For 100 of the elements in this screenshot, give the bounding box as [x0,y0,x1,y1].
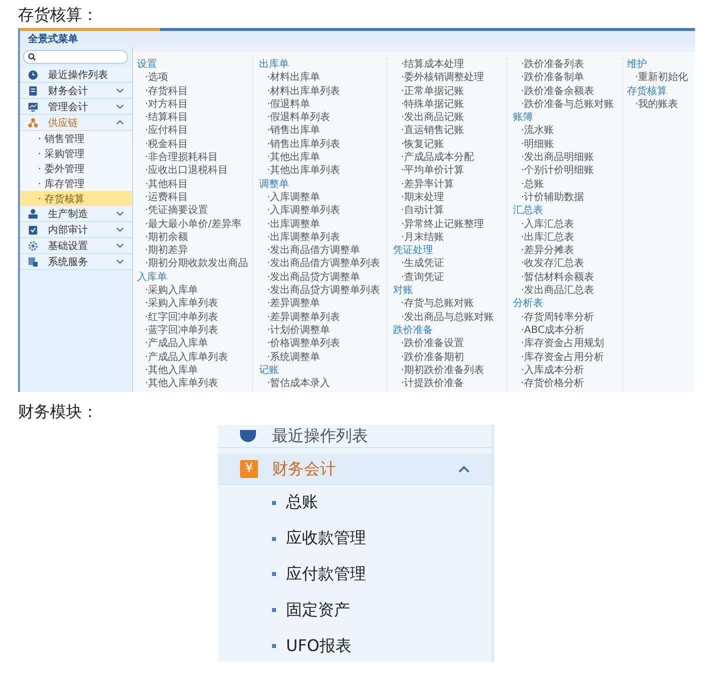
menu-link[interactable]: ·期初分期收款发出商品 [137,257,252,271]
menu-link[interactable]: ·其他出库单 [259,151,386,164]
menu-link[interactable]: ·非合理损耗科目 [137,151,252,164]
menu-link[interactable]: ·对方科目 [137,98,252,112]
menu-link[interactable]: ·恢复记账 [393,138,506,152]
menu-link[interactable]: ·自动计算 [393,204,506,218]
menu-link[interactable]: ·直运销售记账 [393,124,506,138]
menu-link[interactable]: ·发出商品与总账对账 [393,310,506,324]
menu-link[interactable]: ·发出商品记账 [393,111,506,124]
menu-link[interactable]: ·ABC成本分析 [513,324,622,338]
menu-link[interactable]: ·入库成本分析 [513,364,622,378]
menu-link[interactable]: ·蓝字回冲单列表 [137,324,252,338]
sidebar-item[interactable]: 财务会计 [20,83,132,99]
menu-link[interactable]: ·计提跌价准备 [393,377,506,390]
menu-link[interactable]: ·发出商品借方调整单列表 [259,257,386,271]
menu-link[interactable]: ·生成凭证 [393,257,506,271]
menu-link[interactable]: ·差异分摊表 [513,244,622,258]
menu-link[interactable]: ·假退料单 [259,98,386,112]
menu-link[interactable]: ·差异调整单 [259,297,386,311]
menu-link[interactable]: ·差异调整单列表 [259,310,386,324]
menu-link[interactable]: ·凭证摘要设置 [137,204,252,218]
sidebar-item[interactable]: 最近操作列表 [218,425,492,448]
submenu-item[interactable]: UFO报表 [218,628,492,662]
menu-link[interactable]: ·特殊单据记账 [393,98,506,112]
submenu-item[interactable]: 应收款管理 [218,520,492,557]
menu-link[interactable]: ·应收出口退税科目 [137,164,252,178]
menu-link[interactable]: ·收发存汇总表 [513,257,622,271]
menu-link[interactable]: ·发出商品贷方调整单列表 [259,284,386,298]
menu-link[interactable]: ·异常终止记账整理 [393,218,506,231]
sidebar-item[interactable]: 最近操作列表 [20,67,132,83]
menu-link[interactable]: ·假退料单列表 [259,111,386,124]
menu-link[interactable]: ·跌价准备列表 [513,58,622,72]
menu-link[interactable]: ·其他出库单列表 [259,164,386,178]
submenu-item[interactable]: · 委外管理 [20,161,132,176]
menu-link[interactable]: ·红字回冲单列表 [137,310,252,324]
menu-link[interactable]: ·期末处理 [393,190,506,204]
submenu-item[interactable]: · 存货核算 [20,191,132,206]
menu-link[interactable]: ·结算科目 [137,111,252,124]
menu-link[interactable]: ·最大最小单价/差异率 [137,218,252,231]
menu-link[interactable]: ·暂估材料余额表 [513,270,622,284]
menu-link[interactable]: ·结算成本处理 [393,58,506,72]
sidebar-item[interactable]: 基础设置 [20,238,132,254]
menu-link[interactable]: ·发出商品借方调整单 [259,244,386,258]
menu-link[interactable]: ·出库调整单列表 [259,230,386,244]
menu-link[interactable]: ·计价辅助数据 [513,190,622,204]
menu-link[interactable]: ·产成品入库单 [137,337,252,351]
menu-link[interactable]: ·入库调整单 [259,190,386,204]
menu-link[interactable]: ·期初余额 [137,230,252,244]
menu-link[interactable]: ·销售出库单 [259,124,386,138]
menu-link[interactable]: ·暂估成本录入 [259,377,386,390]
menu-link[interactable]: ·入库调整单列表 [259,204,386,218]
menu-link[interactable]: ·产成品成本分配 [393,151,506,164]
search-field[interactable] [23,50,128,64]
menu-link[interactable]: ·运费科目 [137,190,252,204]
menu-link[interactable]: ·发出商品贷方调整单 [259,270,386,284]
menu-link[interactable]: ·采购入库单列表 [137,297,252,311]
menu-link[interactable]: ·材料出库单列表 [259,84,386,98]
menu-link[interactable]: ·差异率计算 [393,178,506,191]
menu-link[interactable]: ·出库调整单 [259,218,386,231]
menu-link[interactable]: ·选项 [137,71,252,85]
menu-link[interactable]: ·库存资金占用分析 [513,350,622,364]
menu-link[interactable]: ·期初差异 [137,244,252,258]
menu-link[interactable]: ·个别计价明细账 [513,164,622,178]
submenu-item[interactable]: · 销售管理 [20,131,132,146]
menu-link[interactable]: ·发出商品汇总表 [513,284,622,298]
menu-link[interactable]: ·重新初始化 [627,71,695,85]
submenu-item[interactable]: · 库存管理 [20,176,132,191]
sidebar-item[interactable]: 管理会计 [20,99,132,115]
menu-link[interactable]: ·跌价准备制单 [513,71,622,85]
submenu-item[interactable]: · 采购管理 [20,146,132,161]
menu-link[interactable]: ·存货周转率分析 [513,310,622,324]
submenu-item[interactable]: 固定资产 [218,592,492,628]
menu-link[interactable]: ·系统调整单 [259,350,386,364]
menu-link[interactable]: ·存货与总账对账 [393,297,506,311]
menu-link[interactable]: ·跌价准备期初 [393,350,506,364]
menu-link[interactable]: ·其他科目 [137,178,252,191]
menu-link[interactable]: ·跌价准备与总账对账 [513,98,622,112]
sidebar-item[interactable]: 内部审计 [20,222,132,238]
menu-link[interactable]: ·查询凭证 [393,270,506,284]
menu-link[interactable]: ·我的账表 [627,98,695,112]
submenu-item[interactable]: 总账 [218,485,492,521]
menu-link[interactable]: ·发出商品明细账 [513,151,622,164]
menu-link[interactable]: ·跌价准备余额表 [513,84,622,98]
menu-link[interactable]: ·期初跌价准备列表 [393,364,506,378]
menu-link[interactable]: ·明细账 [513,138,622,152]
sidebar-item[interactable]: 系统服务 [20,254,132,270]
menu-link[interactable]: ·正常单据记账 [393,84,506,98]
menu-link[interactable]: ·存货科目 [137,84,252,98]
menu-link[interactable]: ·价格调整单列表 [259,337,386,351]
menu-link[interactable]: ·税金科目 [137,138,252,152]
menu-link[interactable]: ·跌价准备设置 [393,337,506,351]
menu-link[interactable]: ·流水账 [513,124,622,138]
menu-link[interactable]: ·出库汇总表 [513,230,622,244]
menu-link[interactable]: ·月末结账 [393,230,506,244]
sidebar-item[interactable]: 生产制造 [20,206,132,222]
menu-link[interactable]: ·总账 [513,178,622,191]
menu-link[interactable]: ·计划价调整单 [259,324,386,338]
submenu-item[interactable]: 应付款管理 [218,556,492,592]
menu-link[interactable]: ·其他入库单列表 [137,377,252,390]
menu-link[interactable]: ·应付科目 [137,124,252,138]
